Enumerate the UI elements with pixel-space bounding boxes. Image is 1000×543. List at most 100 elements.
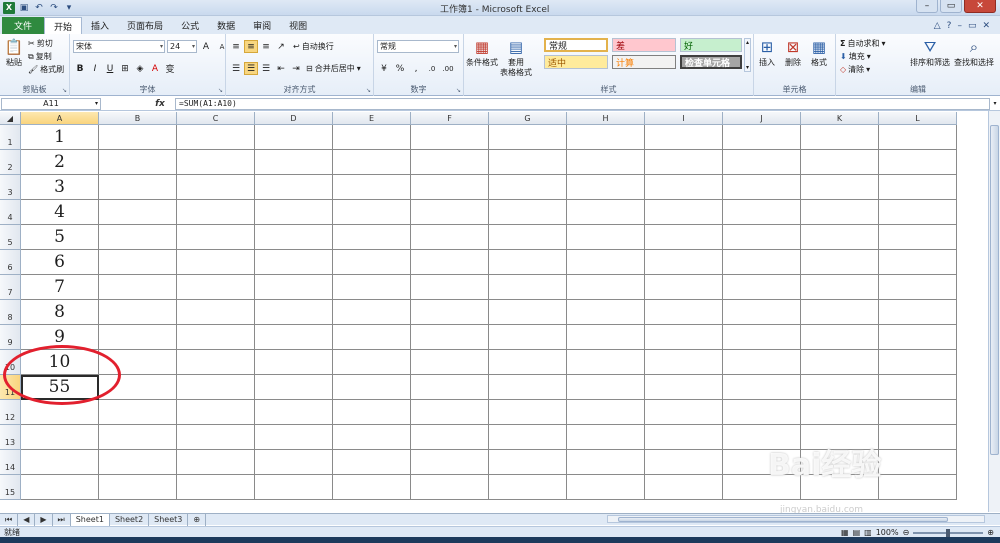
cell-k6[interactable] <box>801 250 879 275</box>
prev-sheet-icon[interactable]: ◀ <box>18 513 36 526</box>
comma-icon[interactable]: , <box>409 62 423 75</box>
decrease-indent-icon[interactable]: ⇤ <box>274 62 288 75</box>
cell-a15[interactable] <box>21 475 99 500</box>
style-calculation[interactable]: 计算 <box>612 55 676 69</box>
cell-c3[interactable] <box>177 175 255 200</box>
cell-a3[interactable]: 3 <box>21 175 99 200</box>
cell-c11[interactable] <box>177 375 255 400</box>
zoom-out-icon[interactable]: ⊖ <box>903 528 910 537</box>
phonetic-icon[interactable]: 变 <box>163 62 177 75</box>
cell-l3[interactable] <box>879 175 957 200</box>
dialog-launcher-icon[interactable]: ↘ <box>456 87 461 94</box>
cell-d11[interactable] <box>255 375 333 400</box>
cell-j3[interactable] <box>723 175 801 200</box>
cell-a8[interactable]: 8 <box>21 300 99 325</box>
page-layout-view-icon[interactable]: ▤ <box>853 528 861 537</box>
cell-l9[interactable] <box>879 325 957 350</box>
cell-e3[interactable] <box>333 175 411 200</box>
help-icon[interactable]: ? <box>947 21 952 31</box>
cell-h15[interactable] <box>567 475 645 500</box>
cell-f5[interactable] <box>411 225 489 250</box>
cell-i7[interactable] <box>645 275 723 300</box>
row-header-15[interactable]: 15 <box>0 475 21 500</box>
excel-logo-icon[interactable]: X <box>3 1 15 14</box>
conditional-formatting-button[interactable]: ▦ 条件格式 <box>466 36 498 68</box>
column-header-g[interactable]: G <box>489 112 567 125</box>
cell-c6[interactable] <box>177 250 255 275</box>
style-check-cell[interactable]: 检查单元格 <box>680 55 742 69</box>
cell-k5[interactable] <box>801 225 879 250</box>
cell-f3[interactable] <box>411 175 489 200</box>
cell-k2[interactable] <box>801 150 879 175</box>
column-header-e[interactable]: E <box>333 112 411 125</box>
cell-b3[interactable] <box>99 175 177 200</box>
cell-e9[interactable] <box>333 325 411 350</box>
name-box[interactable]: A11 ▾ <box>1 97 101 110</box>
cell-d7[interactable] <box>255 275 333 300</box>
cell-h7[interactable] <box>567 275 645 300</box>
increase-decimal-icon[interactable]: .0 <box>425 62 439 75</box>
cell-l7[interactable] <box>879 275 957 300</box>
cell-g12[interactable] <box>489 400 567 425</box>
tab-insert[interactable]: 插入 <box>82 17 118 34</box>
row-header-14[interactable]: 14 <box>0 450 21 475</box>
column-header-f[interactable]: F <box>411 112 489 125</box>
cell-b5[interactable] <box>99 225 177 250</box>
cell-i11[interactable] <box>645 375 723 400</box>
close-button[interactable]: ✕ <box>964 0 996 13</box>
cell-c7[interactable] <box>177 275 255 300</box>
align-center-icon[interactable]: ☰ <box>244 62 258 75</box>
row-header-13[interactable]: 13 <box>0 425 21 450</box>
cell-k4[interactable] <box>801 200 879 225</box>
cell-c5[interactable] <box>177 225 255 250</box>
cell-j1[interactable] <box>723 125 801 150</box>
increase-indent-icon[interactable]: ⇥ <box>289 62 303 75</box>
cell-g2[interactable] <box>489 150 567 175</box>
tab-data[interactable]: 数据 <box>208 17 244 34</box>
cell-b4[interactable] <box>99 200 177 225</box>
cell-g6[interactable] <box>489 250 567 275</box>
italic-icon[interactable]: I <box>88 62 102 75</box>
cell-h9[interactable] <box>567 325 645 350</box>
cell-g10[interactable] <box>489 350 567 375</box>
cell-d14[interactable] <box>255 450 333 475</box>
cell-h3[interactable] <box>567 175 645 200</box>
tab-file[interactable]: 文件 <box>2 17 45 34</box>
insert-function-icon[interactable]: fx <box>145 99 175 109</box>
cell-j6[interactable] <box>723 250 801 275</box>
cell-h13[interactable] <box>567 425 645 450</box>
cell-f11[interactable] <box>411 375 489 400</box>
cell-c4[interactable] <box>177 200 255 225</box>
cell-g5[interactable] <box>489 225 567 250</box>
cell-b9[interactable] <box>99 325 177 350</box>
fill-button[interactable]: ⬇ 填充 ▾ <box>840 50 885 63</box>
cell-j7[interactable] <box>723 275 801 300</box>
cell-i4[interactable] <box>645 200 723 225</box>
cell-g11[interactable] <box>489 375 567 400</box>
styles-scroll[interactable]: ▴ ▾ <box>744 38 751 72</box>
cell-i5[interactable] <box>645 225 723 250</box>
align-top-icon[interactable]: ≡ <box>229 40 243 53</box>
cell-f2[interactable] <box>411 150 489 175</box>
paste-button[interactable]: 📋 粘贴 <box>3 36 25 68</box>
cell-f14[interactable] <box>411 450 489 475</box>
zoom-level[interactable]: 100% <box>876 528 899 537</box>
cell-e14[interactable] <box>333 450 411 475</box>
row-header-6[interactable]: 6 <box>0 250 21 275</box>
zoom-in-icon[interactable]: ⊕ <box>987 528 994 537</box>
cell-h4[interactable] <box>567 200 645 225</box>
cell-d6[interactable] <box>255 250 333 275</box>
column-header-k[interactable]: K <box>801 112 879 125</box>
cell-l8[interactable] <box>879 300 957 325</box>
cell-f13[interactable] <box>411 425 489 450</box>
merge-center-button[interactable]: ⊟ 合并后居中 ▾ <box>306 62 361 75</box>
font-size-combo[interactable]: 24 ▾ <box>167 40 197 53</box>
bold-icon[interactable]: B <box>73 62 87 75</box>
cell-d2[interactable] <box>255 150 333 175</box>
style-neutral[interactable]: 适中 <box>544 55 608 69</box>
cell-e10[interactable] <box>333 350 411 375</box>
style-good[interactable]: 好 <box>680 38 742 52</box>
cell-i8[interactable] <box>645 300 723 325</box>
cell-d9[interactable] <box>255 325 333 350</box>
cell-f6[interactable] <box>411 250 489 275</box>
